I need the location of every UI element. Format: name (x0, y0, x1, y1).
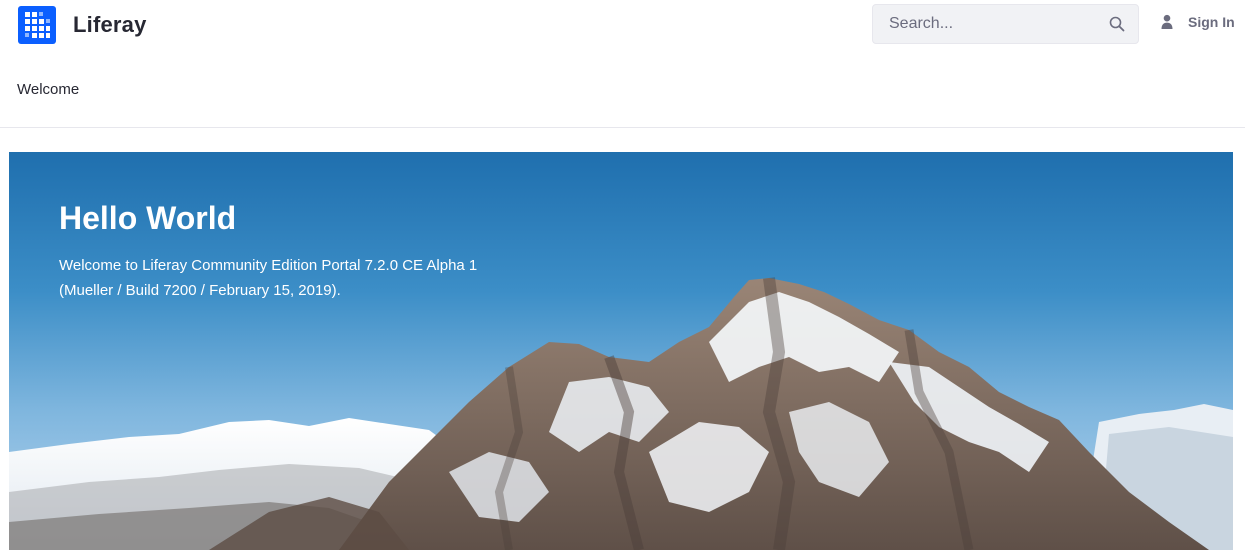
site-header: Liferay Sign In (0, 0, 1245, 52)
main-navigation: Welcome (0, 52, 1245, 128)
hero-title: Hello World (59, 200, 237, 236)
hero-description: Welcome to Liferay Community Edition Por… (59, 253, 529, 303)
hero-description-line2: (Mueller / Build 7200 / February 15, 201… (59, 282, 341, 299)
sign-in-label: Sign In (1188, 14, 1235, 30)
hero-description-line1: Welcome to Liferay Community Edition Por… (59, 257, 478, 274)
sign-in-link[interactable]: Sign In (1160, 14, 1235, 30)
search-input[interactable] (873, 5, 1096, 43)
site-name: Liferay (73, 12, 147, 37)
search-button[interactable] (1096, 5, 1138, 43)
site-logo-link[interactable]: Liferay (18, 6, 147, 44)
search-icon (1109, 16, 1125, 32)
user-icon (1160, 14, 1174, 30)
nav-item-welcome[interactable]: Welcome (17, 81, 79, 98)
hero-banner: Hello World Welcome to Liferay Community… (9, 152, 1233, 550)
liferay-logo-icon (18, 6, 56, 44)
search-bar (872, 4, 1139, 44)
